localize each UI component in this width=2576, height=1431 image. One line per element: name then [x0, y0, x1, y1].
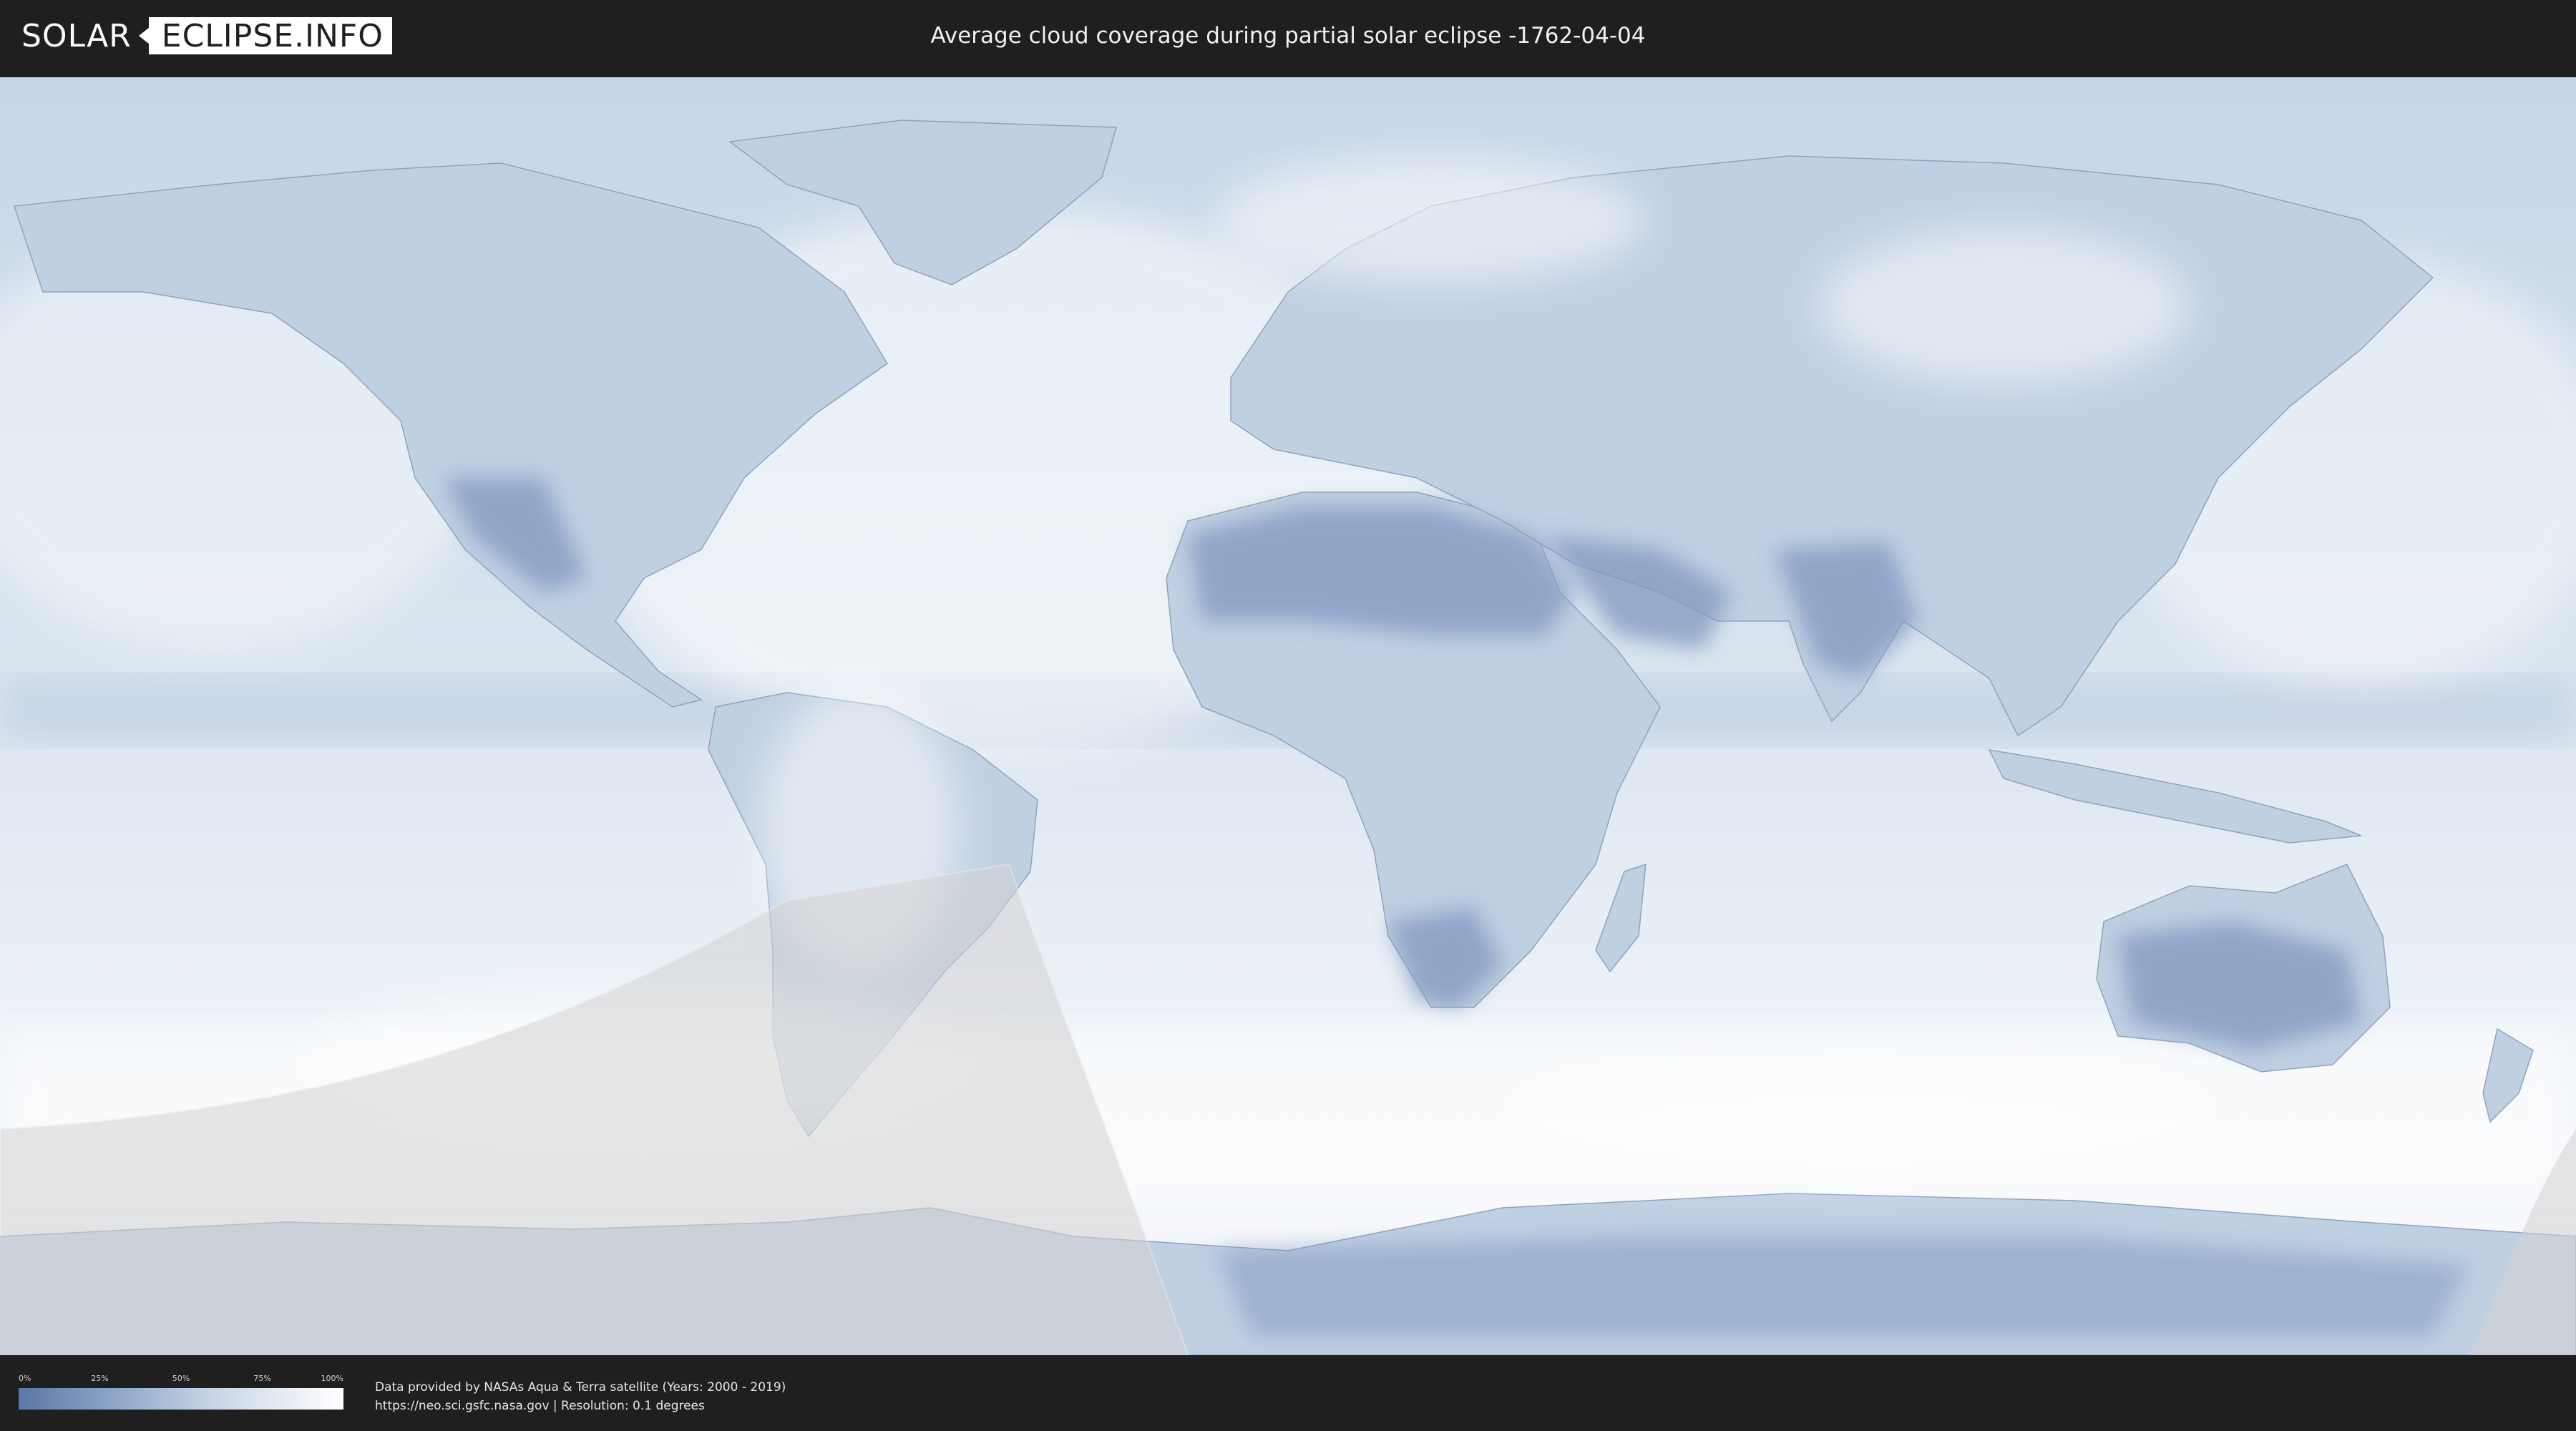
- logo-arrow-icon: [137, 21, 153, 50]
- cloud-coverage-map[interactable]: [0, 77, 2576, 1355]
- credits-url[interactable]: https://neo.sci.gsfc.nasa.gov | Resoluti…: [375, 1397, 786, 1415]
- page-title: Average cloud coverage during partial so…: [930, 23, 1646, 49]
- legend-ticks: 0% 25% 50% 75% 100%: [19, 1374, 343, 1385]
- header-bar: SOLAR ECLIPSE.INFO Average cloud coverag…: [0, 0, 2576, 72]
- data-credits: Data provided by NASAs Aqua & Terra sate…: [375, 1378, 786, 1415]
- legend-color-bar: [19, 1388, 343, 1410]
- legend-tick: 0%: [19, 1374, 31, 1383]
- legend-tick: 100%: [321, 1374, 343, 1383]
- cloud-coverage-legend: 0% 25% 50% 75% 100%: [19, 1374, 343, 1410]
- credits-source: Data provided by NASAs Aqua & Terra sate…: [375, 1380, 786, 1395]
- legend-tick: 50%: [172, 1374, 190, 1383]
- legend-tick: 25%: [91, 1374, 109, 1383]
- legend-tick: 75%: [253, 1374, 271, 1383]
